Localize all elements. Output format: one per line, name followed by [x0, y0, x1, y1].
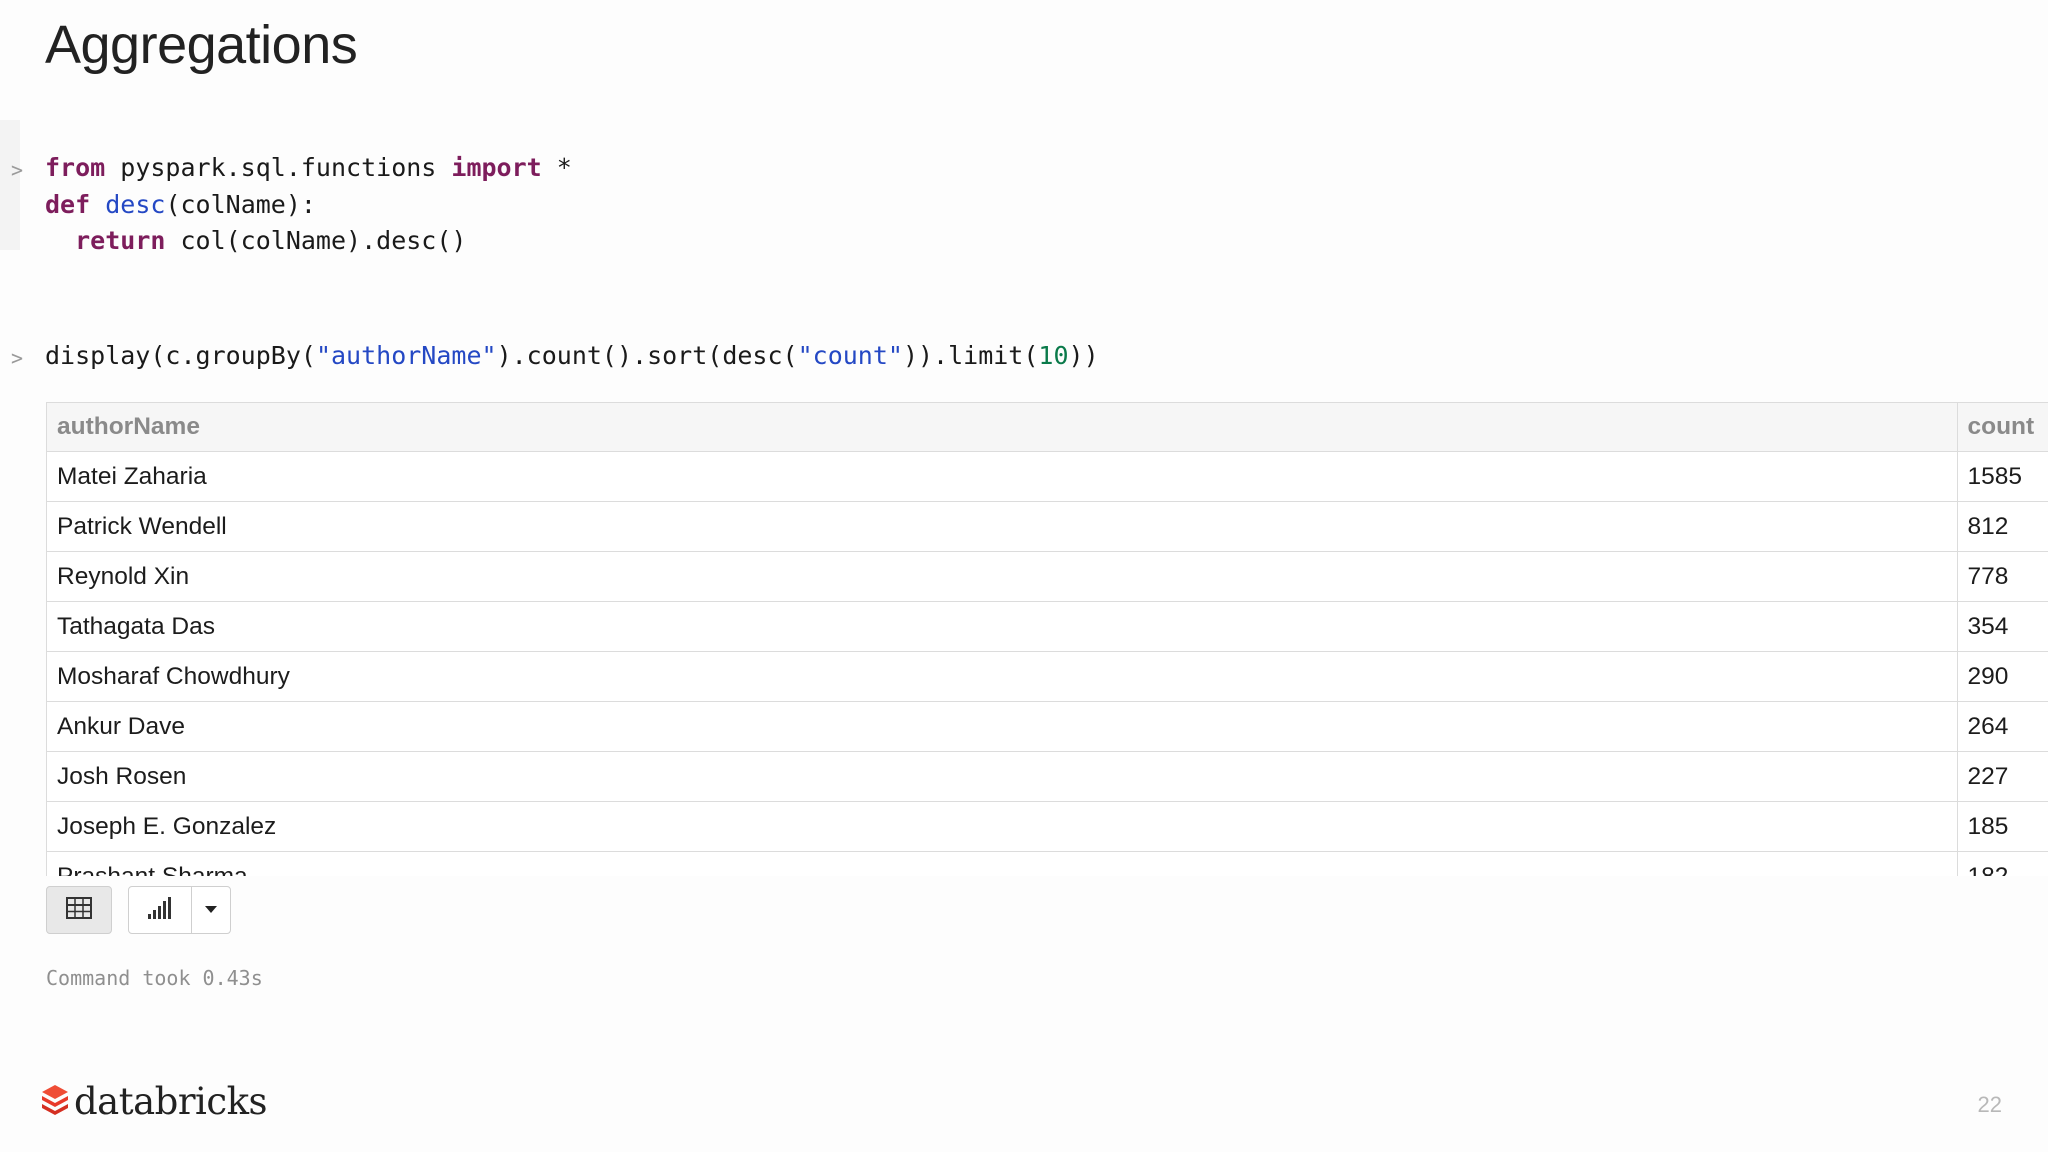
table-view-button[interactable]: [46, 886, 112, 934]
table-row[interactable]: Matei Zaharia 1585: [47, 451, 2048, 502]
code-token: pyspark.sql.functions: [105, 153, 452, 182]
table-row[interactable]: Mosharaf Chowdhury 290: [47, 651, 2048, 702]
table-row[interactable]: Josh Rosen 227: [47, 751, 2048, 802]
code-line: return col(colName).desc(): [45, 223, 572, 260]
count-cell: 812: [1956, 501, 2048, 552]
code-token: 10: [1038, 341, 1069, 370]
count-cell: 290: [1956, 651, 2048, 702]
code-token: *: [541, 153, 572, 182]
count-cell: 182: [1956, 851, 2048, 876]
chart-options-dropdown[interactable]: [191, 886, 231, 934]
code-token: "count": [797, 341, 903, 370]
code-token: ).count().sort(desc(: [496, 341, 798, 370]
author-name-cell: Mosharaf Chowdhury: [47, 651, 1957, 702]
count-cell: 185: [1956, 801, 2048, 852]
code-line: from pyspark.sql.functions import *: [45, 150, 572, 187]
author-name-cell: Ankur Dave: [47, 701, 1957, 752]
code-token: )): [1068, 341, 1099, 370]
table-row[interactable]: Prashant Sharma 182: [47, 851, 2048, 876]
count-cell: 227: [1956, 751, 2048, 802]
brand-name: databricks: [74, 1079, 268, 1123]
column-header-authorname[interactable]: authorName: [47, 403, 1957, 452]
code-token: def: [45, 189, 91, 219]
table-row[interactable]: Patrick Wendell 812: [47, 501, 2048, 552]
bar-chart-icon: [147, 896, 173, 925]
code-token: from: [45, 153, 106, 182]
table-row[interactable]: Reynold Xin 778: [47, 551, 2048, 602]
code-token: return: [75, 226, 166, 255]
cell-gutter: [0, 120, 20, 250]
code-block[interactable]: display(c.groupBy("authorName").count().…: [45, 338, 1099, 375]
code-line: def desc(colName):: [45, 187, 572, 224]
table-header-row: authorName count: [47, 403, 2048, 452]
column-header-count[interactable]: count: [1956, 403, 2048, 452]
table-icon: [66, 896, 92, 924]
author-name-cell: Tathagata Das: [47, 601, 1957, 652]
code-line: display(c.groupBy("authorName").count().…: [45, 338, 1099, 375]
author-name-cell: Patrick Wendell: [47, 501, 1957, 552]
author-name-cell: Reynold Xin: [47, 551, 1957, 602]
count-cell: 778: [1956, 551, 2048, 602]
table-row[interactable]: Joseph E. Gonzalez 185: [47, 801, 2048, 852]
caret-down-icon: [204, 901, 218, 919]
cell-prompt-icon: >: [11, 158, 24, 182]
code-token: desc: [105, 189, 166, 219]
code-token: display(c.groupBy(: [45, 341, 316, 370]
count-cell: 1585: [1956, 451, 2048, 502]
author-name-cell: Joseph E. Gonzalez: [47, 801, 1957, 852]
page-title: Aggregations: [45, 15, 358, 75]
code-token: import: [451, 153, 542, 182]
databricks-brand-icon: [40, 1083, 70, 1120]
code-token: )).limit(: [902, 341, 1039, 370]
code-token: (colName):: [165, 189, 316, 219]
code-token: "authorName": [315, 341, 497, 370]
page-number: 22: [1977, 1092, 2002, 1117]
author-name-cell: Prashant Sharma: [47, 851, 1957, 876]
databricks-logo: databricks: [40, 1078, 268, 1124]
cell-prompt-icon: >: [11, 346, 24, 370]
author-name-cell: Josh Rosen: [47, 751, 1957, 802]
table-row[interactable]: Tathagata Das 354: [47, 601, 2048, 652]
code-block[interactable]: from pyspark.sql.functions import * def d…: [45, 150, 572, 260]
count-cell: 264: [1956, 701, 2048, 752]
table-row[interactable]: Ankur Dave 264: [47, 701, 2048, 752]
command-duration: Command took 0.43s: [46, 966, 263, 990]
code-token: col(colName).desc(): [165, 226, 467, 255]
result-table[interactable]: authorName count Matei Zaharia 1585 Patric…: [46, 402, 2048, 876]
chart-view-button[interactable]: [128, 886, 192, 934]
count-cell: 354: [1956, 601, 2048, 652]
author-name-cell: Matei Zaharia: [47, 451, 1957, 502]
